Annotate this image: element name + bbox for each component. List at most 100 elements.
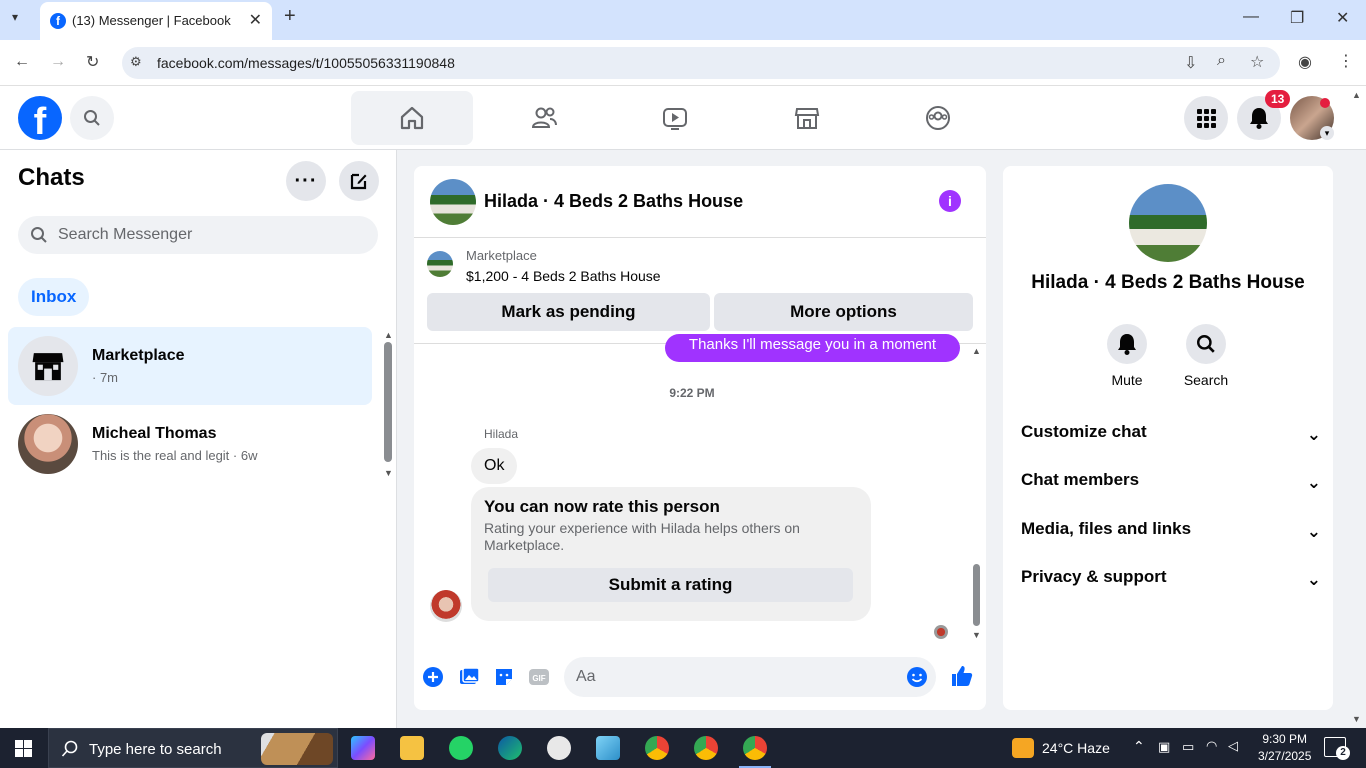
bookmark-star-icon[interactable]: ☆	[1250, 52, 1264, 72]
gif-icon[interactable]: GIF	[528, 666, 550, 688]
messages-scroll-down-icon[interactable]: ▼	[972, 630, 981, 640]
marketplace-store-icon	[32, 353, 64, 381]
chrome-app-icon[interactable]	[694, 736, 718, 760]
search-icon[interactable]	[70, 96, 114, 140]
copilot-app-icon[interactable]	[351, 736, 375, 760]
reload-icon[interactable]: ↻	[86, 52, 99, 72]
customize-chat-row[interactable]: Customize chat ⌄	[1021, 422, 1321, 444]
volume-icon[interactable]: ◁	[1228, 738, 1238, 754]
install-app-icon[interactable]: ⇩	[1184, 53, 1197, 73]
messages-scroll-up-icon[interactable]: ▲	[972, 346, 981, 356]
listing-price-title[interactable]: $1,200 - 4 Beds 2 Baths House	[466, 268, 661, 284]
bell-icon	[1118, 334, 1136, 355]
info-icon[interactable]: i	[939, 190, 961, 212]
marketplace-tab[interactable]	[746, 91, 868, 145]
message-input[interactable]: Aa	[564, 657, 936, 697]
restore-icon[interactable]: ❐	[1290, 8, 1304, 28]
chats-scroll-up-icon[interactable]: ▲	[384, 330, 393, 340]
marketplace-avatar	[18, 336, 78, 396]
video-tab[interactable]	[614, 91, 736, 145]
windows-start-icon[interactable]	[15, 740, 32, 757]
listing-thumbnail[interactable]	[427, 251, 453, 277]
browser-menu-icon[interactable]: ⋮	[1338, 51, 1354, 71]
chat-item-micheal-thomas[interactable]: Micheal Thomas This is the real and legi…	[8, 405, 372, 483]
page-scroll-up-icon[interactable]: ▲	[1352, 90, 1361, 100]
browser-tab[interactable]: f (13) Messenger | Facebook ✕	[40, 2, 272, 40]
tab-list-icon[interactable]: ▾	[12, 10, 18, 24]
app-icon[interactable]	[596, 736, 620, 760]
conversation-header: Hilada · 4 Beds 2 Baths House i	[414, 166, 986, 238]
url-field[interactable]: ⚙ facebook.com/messages/t/10055056331190…	[122, 47, 1280, 79]
search-messenger-input[interactable]: Search Messenger	[18, 216, 378, 254]
media-files-links-row[interactable]: Media, files and links ⌄	[1021, 519, 1321, 541]
messages-scrollbar[interactable]	[973, 564, 980, 626]
account-chevron-icon[interactable]: ▾	[1320, 126, 1334, 140]
facebook-logo-icon[interactable]: f	[18, 96, 62, 140]
page-scroll-down-icon[interactable]: ▼	[1352, 714, 1361, 724]
zoom-icon[interactable]: ⌕	[1217, 52, 1226, 70]
chats-panel: Chats ··· Search Messenger Inbox Marketp…	[0, 150, 397, 728]
chat-members-row[interactable]: Chat members ⌄	[1021, 470, 1321, 492]
friends-tab[interactable]	[483, 91, 605, 145]
submit-rating-button[interactable]: Submit a rating	[488, 568, 853, 602]
account-alert-dot	[1320, 98, 1330, 108]
chats-scrollbar[interactable]	[384, 342, 392, 462]
minimize-icon[interactable]: —	[1243, 8, 1259, 26]
wifi-icon[interactable]: ◠	[1206, 738, 1217, 754]
mark-as-pending-button[interactable]: Mark as pending	[427, 293, 710, 331]
groups-tab[interactable]	[877, 91, 999, 145]
privacy-support-row[interactable]: Privacy & support ⌄	[1021, 567, 1321, 589]
plus-icon[interactable]	[422, 666, 444, 688]
chats-scroll-down-icon[interactable]: ▼	[384, 468, 393, 478]
listing-avatar[interactable]	[430, 179, 476, 225]
menu-grid-button[interactable]	[1184, 96, 1228, 140]
marketplace-listing-bar: Marketplace $1,200 - 4 Beds 2 Baths Hous…	[414, 238, 986, 344]
app-icon[interactable]	[547, 736, 571, 760]
chrome-app-icon[interactable]	[645, 736, 669, 760]
edge-app-icon[interactable]	[498, 736, 522, 760]
weather-icon[interactable]	[1012, 738, 1034, 758]
profile-icon[interactable]: ◉	[1298, 52, 1312, 72]
mute-button[interactable]: Mute	[1102, 324, 1152, 388]
message-composer: GIF Aa	[414, 652, 986, 704]
search-placeholder: Search Messenger	[58, 226, 193, 243]
photo-icon[interactable]	[458, 666, 480, 688]
chats-title: Chats	[18, 164, 85, 191]
inbox-filter-button[interactable]: Inbox	[18, 278, 90, 316]
new-tab-icon[interactable]: +	[284, 5, 296, 28]
file-explorer-app-icon[interactable]	[400, 736, 424, 760]
chat-item-marketplace[interactable]: Marketplace · 7m	[8, 327, 372, 405]
like-thumb-icon[interactable]	[950, 664, 974, 688]
close-window-icon[interactable]: ✕	[1336, 8, 1349, 28]
search-icon	[61, 740, 78, 757]
emoji-icon[interactable]	[906, 666, 928, 688]
conversation-title[interactable]: Hilada · 4 Beds 2 Baths House	[484, 191, 743, 212]
show-hidden-icons-chevron-icon[interactable]: ⌃	[1133, 738, 1145, 755]
more-options-button[interactable]: More options	[714, 293, 973, 331]
meet-now-icon[interactable]: ▣	[1158, 739, 1170, 755]
chevron-down-icon: ⌄	[1306, 522, 1321, 541]
sticker-icon[interactable]	[493, 666, 515, 688]
chevron-down-icon: ⌄	[1306, 473, 1321, 492]
sender-avatar[interactable]	[430, 590, 462, 622]
chat-name: Marketplace	[92, 347, 185, 364]
weather-text[interactable]: 24°C Haze	[1042, 740, 1110, 756]
search-conversation-button[interactable]: Search	[1181, 324, 1231, 388]
grid-icon	[1197, 109, 1216, 128]
chat-options-button[interactable]: ···	[286, 161, 326, 201]
forward-icon[interactable]: →	[50, 53, 66, 71]
chrome-app-icon[interactable]	[739, 736, 771, 768]
home-tab[interactable]	[351, 91, 473, 145]
back-icon[interactable]: ←	[14, 53, 30, 71]
battery-icon[interactable]: ▭	[1182, 739, 1194, 755]
site-info-icon[interactable]: ⚙	[130, 54, 142, 70]
close-tab-icon[interactable]: ✕	[249, 10, 262, 30]
rate-description: Rating your experience with Hilada helps…	[484, 520, 800, 553]
facebook-top-nav: f 13 ▾	[0, 86, 1366, 150]
whatsapp-app-icon[interactable]	[449, 736, 473, 760]
chat-subtitle: · 7m	[92, 370, 118, 385]
system-clock[interactable]: 9:30 PM 3/27/2025	[1258, 731, 1311, 765]
new-message-button[interactable]	[339, 161, 379, 201]
taskbar-search-box[interactable]: Type here to search	[48, 728, 338, 768]
listing-profile-avatar[interactable]	[1129, 184, 1207, 262]
